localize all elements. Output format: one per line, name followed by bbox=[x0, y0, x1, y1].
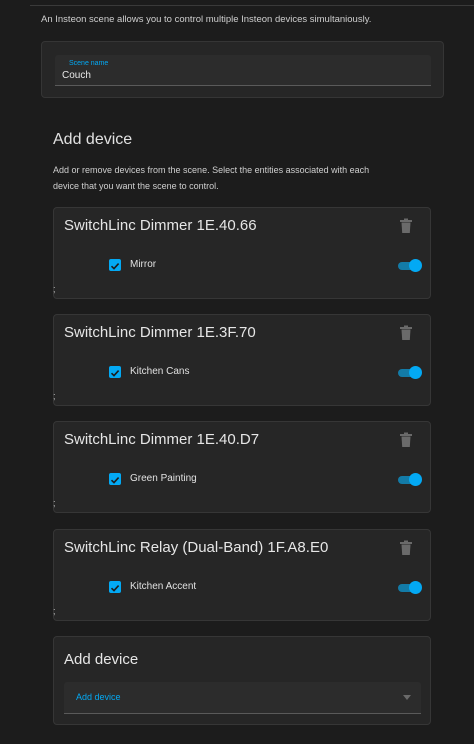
scene-name-field[interactable]: Scene name Couch bbox=[55, 55, 431, 86]
add-device-heading: Add device bbox=[53, 131, 133, 148]
entity-toggle[interactable] bbox=[398, 259, 422, 273]
scene-name-card: Scene name Couch bbox=[41, 41, 444, 98]
device-title: SwitchLinc Relay (Dual-Band) 1F.A8.E0 bbox=[64, 539, 329, 556]
scene-name-label: Scene name bbox=[69, 60, 109, 67]
entity-toggle[interactable] bbox=[398, 581, 422, 595]
device-title: SwitchLinc Dimmer 1E.40.66 bbox=[64, 217, 257, 234]
toggle-knob bbox=[409, 581, 422, 594]
trailing-text: ; bbox=[53, 284, 56, 294]
add-device-select-label: Add device bbox=[76, 692, 121, 702]
trash-icon[interactable] bbox=[399, 325, 413, 341]
chevron-down-icon[interactable] bbox=[403, 695, 411, 700]
add-device-card: Add device Add device bbox=[53, 636, 431, 725]
trash-icon[interactable] bbox=[399, 218, 413, 234]
device-card: SwitchLinc Dimmer 1E.40.D7 Green Paintin… bbox=[53, 421, 431, 513]
device-title: SwitchLinc Dimmer 1E.40.D7 bbox=[64, 431, 260, 448]
trash-icon[interactable] bbox=[399, 540, 413, 556]
checkbox-checked-icon[interactable] bbox=[109, 581, 121, 593]
intro-text: An Insteon scene allows you to control m… bbox=[41, 14, 372, 25]
device-title: SwitchLinc Dimmer 1E.3F.70 bbox=[64, 324, 256, 341]
entity-label: Mirror bbox=[130, 259, 157, 270]
entity-toggle[interactable] bbox=[398, 473, 422, 487]
trailing-text: ; bbox=[53, 498, 56, 508]
entity-label: Green Painting bbox=[130, 473, 197, 484]
add-device-select[interactable]: Add device bbox=[64, 682, 421, 714]
device-card: SwitchLinc Dimmer 1E.40.66 Mirror ; bbox=[53, 207, 431, 299]
toggle-knob bbox=[409, 473, 422, 486]
device-card: SwitchLinc Dimmer 1E.3F.70 Kitchen Cans … bbox=[53, 314, 431, 406]
add-device-card-title: Add device bbox=[64, 651, 139, 668]
trailing-text: ; bbox=[53, 391, 56, 401]
checkbox-checked-icon[interactable] bbox=[109, 259, 121, 271]
entity-label: Kitchen Accent bbox=[130, 581, 197, 592]
scene-editor-page: An Insteon scene allows you to control m… bbox=[0, 0, 474, 744]
checkbox-checked-icon[interactable] bbox=[109, 473, 121, 485]
entity-toggle[interactable] bbox=[398, 366, 422, 380]
trash-icon[interactable] bbox=[399, 432, 413, 448]
trailing-text: ; bbox=[53, 606, 56, 616]
checkbox-checked-icon[interactable] bbox=[109, 366, 121, 378]
top-divider bbox=[30, 5, 474, 6]
device-card: SwitchLinc Relay (Dual-Band) 1F.A8.E0 Ki… bbox=[53, 529, 431, 621]
entity-label: Kitchen Cans bbox=[130, 366, 190, 377]
toggle-knob bbox=[409, 259, 422, 272]
add-device-description: Add or remove devices from the scene. Se… bbox=[53, 165, 370, 191]
scene-name-value[interactable]: Couch bbox=[62, 70, 91, 81]
toggle-knob bbox=[409, 366, 422, 379]
